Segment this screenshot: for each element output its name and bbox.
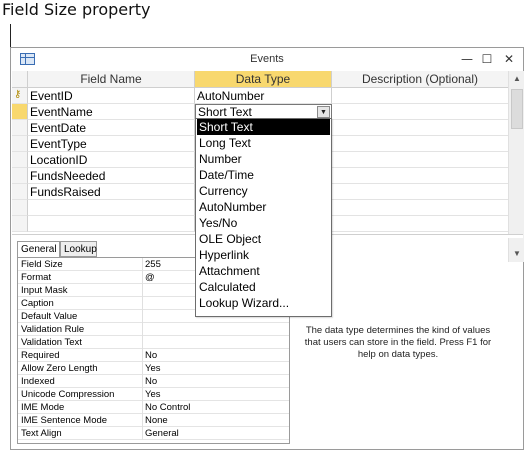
property-label: Caption (21, 298, 54, 309)
property-label: Indexed (21, 376, 55, 387)
scroll-up-icon[interactable]: ▲ (509, 71, 524, 87)
field-name-cell[interactable]: EventID (28, 88, 195, 104)
data-type-dropdown-list: Short Text Long Text Number Date/Time Cu… (195, 118, 332, 317)
property-label: Default Value (21, 311, 78, 322)
property-value[interactable]: None (142, 414, 289, 427)
table-row[interactable]: ⚷ EventID AutoNumber (12, 88, 508, 104)
description-cell[interactable] (332, 184, 508, 200)
property-label: IME Mode (21, 402, 65, 413)
dropdown-option[interactable]: Calculated (197, 279, 330, 295)
title-bar: Events — ☐ ✕ (11, 48, 523, 71)
property-value[interactable]: No (142, 349, 289, 362)
dropdown-option[interactable]: Attachment (197, 263, 330, 279)
dropdown-option[interactable]: Long Text (197, 135, 330, 151)
property-label: Input Mask (21, 285, 68, 296)
minimize-button[interactable]: — (457, 50, 477, 68)
property-row[interactable]: Validation Text (18, 336, 289, 349)
row-selector-header[interactable] (12, 71, 28, 88)
row-selector[interactable] (12, 152, 28, 168)
property-row[interactable]: IME Mode No Control (18, 401, 289, 414)
dropdown-option[interactable]: AutoNumber (197, 199, 330, 215)
property-row[interactable]: Text Align General (18, 427, 289, 440)
row-selector[interactable] (12, 136, 28, 152)
dropdown-option[interactable]: Date/Time (197, 167, 330, 183)
field-name-cell[interactable] (28, 216, 195, 232)
description-cell[interactable] (332, 168, 508, 184)
field-name-cell[interactable]: EventName (28, 104, 195, 120)
description-cell[interactable] (332, 200, 508, 216)
row-selector[interactable] (12, 168, 28, 184)
data-type-cell[interactable]: AutoNumber (195, 88, 332, 104)
property-label: Validation Text (21, 337, 82, 348)
callout-label: Field Size property (2, 0, 151, 19)
tab-general[interactable]: General (17, 241, 60, 258)
property-row[interactable]: Indexed No (18, 375, 289, 388)
row-selector[interactable] (12, 184, 28, 200)
field-name-cell[interactable]: EventType (28, 136, 195, 152)
property-label: Format (21, 272, 52, 283)
field-name-cell[interactable] (28, 200, 195, 216)
row-selector[interactable] (12, 104, 28, 120)
field-name-cell[interactable]: FundsRaised (28, 184, 195, 200)
property-row[interactable]: Validation Rule (18, 323, 289, 336)
property-value[interactable]: No (142, 375, 289, 388)
field-name-cell[interactable]: EventDate (28, 120, 195, 136)
dropdown-option[interactable]: Currency (197, 183, 330, 199)
row-selector[interactable] (12, 216, 28, 232)
dropdown-option[interactable]: OLE Object (197, 231, 330, 247)
window-title: Events (250, 53, 284, 65)
description-cell[interactable] (332, 152, 508, 168)
primary-key-icon: ⚷ (14, 89, 22, 100)
row-selector[interactable] (12, 200, 28, 216)
description-cell[interactable] (332, 216, 508, 232)
scroll-thumb[interactable] (511, 89, 523, 129)
property-value[interactable]: Yes (142, 362, 289, 375)
field-name-cell[interactable]: LocationID (28, 152, 195, 168)
description-cell[interactable] (332, 136, 508, 152)
property-row[interactable]: IME Sentence Mode None (18, 414, 289, 427)
property-row[interactable]: Allow Zero Length Yes (18, 362, 289, 375)
maximize-button[interactable]: ☐ (477, 50, 497, 68)
description-cell[interactable] (332, 88, 508, 104)
dropdown-option[interactable]: Hyperlink (197, 247, 330, 263)
row-selector[interactable] (12, 120, 28, 136)
property-label: Unicode Compression (21, 389, 115, 400)
description-header: Description (Optional) (332, 71, 508, 88)
close-button[interactable]: ✕ (499, 50, 519, 68)
description-cell[interactable] (332, 120, 508, 136)
scroll-down-icon[interactable]: ▼ (509, 246, 524, 262)
property-value[interactable] (142, 336, 289, 349)
property-row[interactable]: Unicode Compression Yes (18, 388, 289, 401)
property-label: Text Align (21, 428, 62, 439)
help-text: The data type determines the kind of val… (304, 325, 492, 360)
dropdown-option[interactable]: Yes/No (197, 215, 330, 231)
row-selector[interactable]: ⚷ (12, 88, 28, 104)
dropdown-option[interactable]: Short Text (197, 119, 330, 135)
field-name-header: Field Name (28, 71, 195, 88)
property-value[interactable]: Yes (142, 388, 289, 401)
field-name-cell[interactable]: FundsNeeded (28, 168, 195, 184)
property-value[interactable]: General (142, 427, 289, 440)
dropdown-option[interactable]: Lookup Wizard... (197, 295, 330, 311)
property-label: IME Sentence Mode (21, 415, 108, 426)
data-type-header: Data Type (195, 71, 332, 88)
tab-lookup[interactable]: Lookup (60, 241, 97, 257)
property-value[interactable]: No Control (142, 401, 289, 414)
property-label: Field Size (21, 259, 63, 270)
description-cell[interactable] (332, 104, 508, 120)
property-value[interactable] (142, 323, 289, 336)
property-label: Validation Rule (21, 324, 85, 335)
property-row[interactable]: Required No (18, 349, 289, 362)
dropdown-option[interactable]: Number (197, 151, 330, 167)
data-type-combo-value: Short Text (198, 105, 252, 119)
property-label: Allow Zero Length (21, 363, 98, 374)
property-label: Required (21, 350, 60, 361)
chevron-down-icon[interactable]: ▼ (317, 106, 330, 118)
